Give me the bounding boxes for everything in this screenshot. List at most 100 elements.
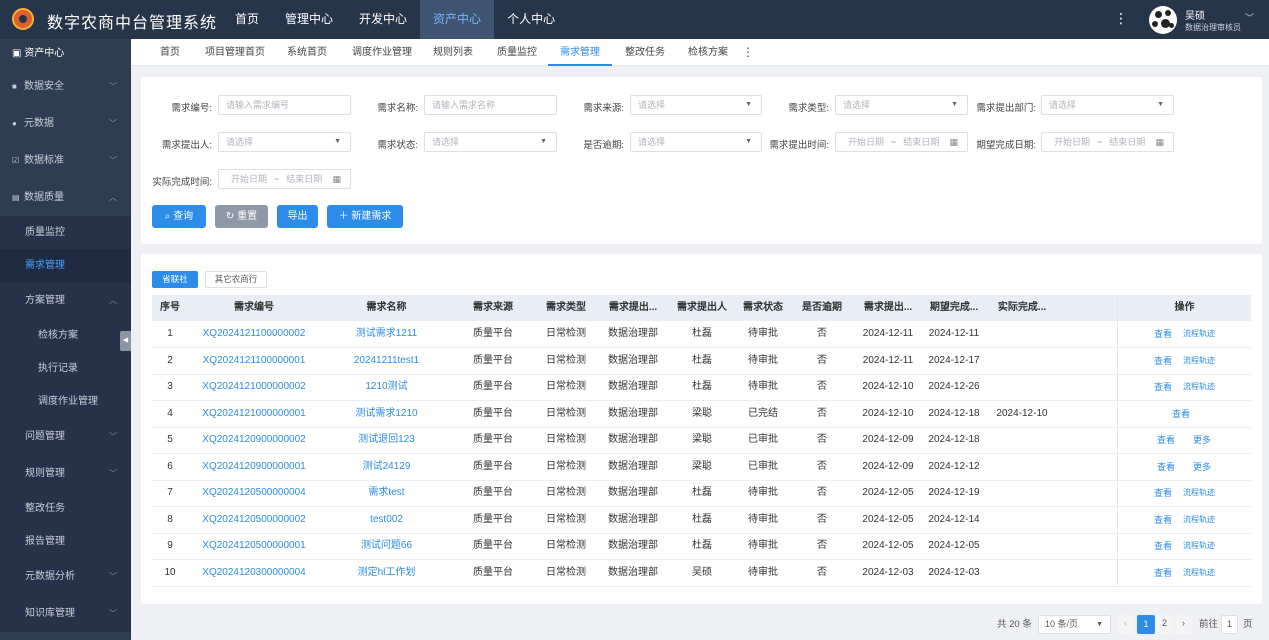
process-trace-link[interactable]: 流程轨迹 [1183,480,1215,506]
view-link[interactable]: 查看 [1157,427,1175,453]
sidebar-header[interactable]: ▣ 资产中心 [0,39,131,68]
cell-name[interactable]: 1210测试 [320,374,453,400]
tab-rectify-task[interactable]: 整改任务 [625,39,665,66]
view-link[interactable]: 查看 [1157,454,1175,480]
next-page-button[interactable]: › [1175,615,1192,634]
tab-system-home[interactable]: 系统首页 [287,39,327,66]
cell-no[interactable]: XQ2024121000000002 [188,374,320,400]
topnav-assets[interactable]: 资产中心 [420,0,495,39]
sidebar-item-schedule-job[interactable]: 调度作业管理 [0,385,131,418]
sidebar-item-quality-monitor[interactable]: 质量监控 [0,216,131,249]
tab-schedule-job[interactable]: 调度作业管理 [352,39,412,66]
more-link[interactable]: 更多 [1193,454,1211,480]
cell-no[interactable]: XQ2024121000000001 [188,401,320,427]
view-link[interactable]: 查看 [1154,560,1172,586]
more-link[interactable]: 更多 [1193,427,1211,453]
cell-no[interactable]: XQ2024121100000002 [188,321,320,347]
view-link[interactable]: 查看 [1154,374,1172,400]
goto-page-input[interactable]: 1 [1221,615,1238,634]
cell-name[interactable]: 需求test [320,480,453,506]
process-trace-link[interactable]: 流程轨迹 [1183,321,1215,347]
sidebar-item-data-standard[interactable]: ☑ 数据标准 ﹀ [0,142,131,179]
cell-no[interactable]: XQ2024120900000002 [188,427,320,453]
topnav-personal[interactable]: 个人中心 [494,0,568,39]
page-2-button[interactable]: 2 [1156,615,1173,634]
page-1-button[interactable]: 1 [1137,615,1155,634]
actual-time-range[interactable]: 开始日期 ~ 结束日期 ▦ [218,169,351,189]
sidebar-item-data-security[interactable]: ■ 数据安全 ﹀ [0,68,131,105]
sidebar-item-requirement-mgmt[interactable]: 需求管理 [0,249,131,282]
view-link[interactable]: 查看 [1172,401,1190,427]
tab-inspection-plan[interactable]: 检核方案 [688,39,728,66]
topnav-development[interactable]: 开发中心 [346,0,420,39]
cell-name[interactable]: 测试问题66 [320,533,453,559]
tab-home[interactable]: 首页 [160,39,180,66]
tab-requirement-mgmt[interactable]: 需求管理 [548,39,612,66]
req-name-input[interactable]: 请输入需求名称 [424,95,557,115]
cell-no[interactable]: XQ2024120300000004 [188,560,320,586]
req-time-range[interactable]: 开始日期 ~ 结束日期 ▦ [835,132,968,152]
new-requirement-button[interactable]: ＋ 新建需求 [327,205,403,228]
req-status-select[interactable]: 请选择 ▼ [424,132,557,152]
export-button[interactable]: 导出 [277,205,318,228]
cell-name[interactable]: 测试需求1211 [320,321,453,347]
sidebar-item-knowledge-mgmt[interactable]: 知识库管理 ﹀ [0,595,131,632]
topnav-management[interactable]: 管理中心 [272,0,346,39]
view-link[interactable]: 查看 [1154,533,1172,559]
tab-project-home[interactable]: 项目管理首页 [205,39,265,66]
sidebar-item-report-mgmt[interactable]: 报告管理 [0,525,131,558]
sidebar-item-issue-mgmt[interactable]: 问题管理 ﹀ [0,418,131,455]
expect-date-range[interactable]: 开始日期 ~ 结束日期 ▦ [1041,132,1174,152]
table-tab-provincial[interactable]: 省联社 [152,271,198,288]
more-vertical-icon[interactable]: ⋮ [1114,10,1128,27]
topnav-home[interactable]: 首页 [222,0,272,39]
prev-page-button[interactable]: ‹ [1117,615,1134,634]
sidebar-item-rule-mgmt[interactable]: 规则管理 ﹀ [0,455,131,492]
sidebar-item-plan-mgmt[interactable]: 方案管理 ︿ [0,282,131,319]
view-link[interactable]: 查看 [1154,480,1172,506]
sidebar-item-rectify-task[interactable]: 整改任务 [0,492,131,525]
req-person-select[interactable]: 请选择 ▼ [218,132,351,152]
cell-no[interactable]: XQ2024120900000001 [188,454,320,480]
tab-rule-list[interactable]: 规则列表 [433,39,473,66]
cell-no[interactable]: XQ2024120500000002 [188,507,320,533]
view-link[interactable]: 查看 [1154,348,1172,374]
sidebar-item-metadata[interactable]: ● 元数据 ﹀ [0,105,131,142]
cell-no[interactable]: XQ2024121100000001 [188,348,320,374]
cell-name[interactable]: test002 [320,507,453,533]
sidebar-item-data-quality[interactable]: ▤ 数据质量 ︿ [0,179,131,216]
cell-no[interactable]: XQ2024120500000001 [188,533,320,559]
cell-no[interactable]: XQ2024120500000004 [188,480,320,506]
req-no-input[interactable]: 请输入需求编号 [218,95,351,115]
tab-quality-monitor[interactable]: 质量监控 [497,39,537,66]
view-link[interactable]: 查看 [1154,321,1172,347]
cell-name[interactable]: 测试需求1210 [320,401,453,427]
cell-name[interactable]: 测试退回123 [320,427,453,453]
sidebar-collapse-icon[interactable]: ◀ [120,331,131,351]
process-trace-link[interactable]: 流程轨迹 [1183,507,1215,533]
req-source-select[interactable]: 请选择 ▼ [630,95,762,115]
table-tab-other-banks[interactable]: 其它农商行 [205,271,267,288]
reset-button[interactable]: ↻ 重置 [215,205,268,228]
sidebar-item-inspection-plan[interactable]: 检核方案 [0,319,131,352]
cell-created: 2024-12-05 [862,513,914,525]
sidebar-item-metadata-analysis[interactable]: 元数据分析 ﹀ [0,558,131,595]
avatar[interactable] [1149,6,1177,34]
sidebar-item-exec-record[interactable]: 执行记录 [0,352,131,385]
overdue-select[interactable]: 请选择 ▼ [630,132,762,152]
cell-name[interactable]: 测试24129 [320,454,453,480]
cell-name[interactable]: 20241211test1 [320,348,453,374]
page-size-select[interactable]: 10 条/页 ▼ [1038,615,1111,634]
view-link[interactable]: 查看 [1154,507,1172,533]
query-button[interactable]: ⌕ 查询 [152,205,206,228]
tabs-more-icon[interactable]: ⋮ [742,39,754,66]
req-type-select[interactable]: 请选择 ▼ [835,95,968,115]
process-trace-link[interactable]: 流程轨迹 [1183,533,1215,559]
req-dept-select[interactable]: 请选择 ▼ [1041,95,1174,115]
process-trace-link[interactable]: 流程轨迹 [1183,374,1215,400]
process-trace-link[interactable]: 流程轨迹 [1183,560,1215,586]
cell-expected: 2024-12-18 [928,407,980,419]
chevron-down-icon[interactable]: ﹀ [1245,11,1254,24]
cell-name[interactable]: 测定hl工作划 [320,560,453,586]
process-trace-link[interactable]: 流程轨迹 [1183,348,1215,374]
